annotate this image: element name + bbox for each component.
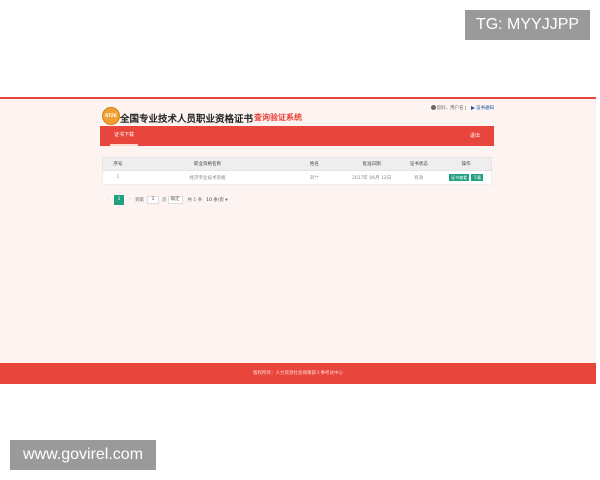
table-row: 1 经济专业技术资格 刘** 2017年 06月 12日 有效 证书查看 下载 (102, 171, 492, 185)
page-size-select[interactable]: 10 条/页 ▾ (206, 197, 227, 203)
site-container: RTZK 全国专业技术人员职业资格证书 查询验证系统 您好，用户名 | 证书通知… (0, 97, 596, 384)
header-divider: | (465, 106, 467, 111)
page-number-current[interactable]: 1 (114, 195, 124, 205)
view-certificate-button[interactable]: 证书查看 (449, 174, 470, 181)
site-subtitle: 查询验证系统 (254, 113, 302, 122)
goto-label: 到第 (135, 198, 144, 203)
next-page-button[interactable]: › (126, 195, 134, 205)
site-footer: 版权所有：人力资源社会保障部人事考试中心 (0, 363, 596, 384)
total-count: 共 1 条 (187, 198, 203, 203)
notice-link[interactable]: 证书通知 (476, 106, 494, 111)
table-header: 序号 职业资格名称 姓名 批准日期 证书状态 操作 (102, 157, 492, 171)
logout-link[interactable]: 退出 (470, 126, 480, 146)
header-actions: 操作 (461, 162, 471, 167)
cell-date: 2017年 06月 12日 (351, 175, 392, 181)
user-box: 您好，用户名 | 证书通知 (430, 105, 494, 111)
goto-page-input[interactable]: 1 (147, 196, 159, 204)
header-status: 证书状态 (409, 162, 428, 167)
download-button[interactable]: 下载 (471, 174, 484, 181)
prev-page-button[interactable]: ‹ (104, 195, 112, 205)
tab-certificate-download[interactable]: 证书下载 (110, 126, 139, 146)
cell-status: 有效 (414, 175, 424, 181)
page-unit-label: 页 (162, 198, 167, 203)
header-date: 批准日期 (362, 162, 381, 167)
goto-confirm-button[interactable]: 确定 (167, 196, 183, 204)
main-nav: 证书下载 退出 (100, 126, 494, 146)
cell-qualification: 经济专业技术资格 (189, 175, 226, 181)
header-qualification: 职业资格名称 (193, 162, 221, 167)
certificate-table: 序号 职业资格名称 姓名 批准日期 证书状态 操作 1 经济专业技术资格 刘**… (102, 157, 492, 185)
cell-name: 刘** (309, 175, 319, 181)
header-index: 序号 (113, 162, 123, 167)
screenshot-frame: TG: MYYJJPP RTZK 全国专业技术人员职业资格证书 查询验证系统 您… (0, 0, 600, 480)
share-arrow-icon (471, 105, 475, 110)
logo-emblem-icon: RTZK (102, 107, 120, 125)
user-greeting[interactable]: 您好，用户名 (437, 106, 464, 111)
site-header: RTZK 全国专业技术人员职业资格证书 查询验证系统 您好，用户名 | 证书通知 (100, 103, 496, 125)
pagination: ‹ 1 › 到第 1 页 确定 共 1 条 10 条/页 ▾ (104, 195, 229, 205)
cell-index: 1 (116, 175, 120, 180)
watermark-top: TG: MYYJJPP (465, 10, 590, 40)
watermark-bottom: www.govirel.com (10, 440, 156, 470)
site-title: 全国专业技术人员职业资格证书 (120, 114, 254, 125)
user-icon (430, 105, 436, 110)
header-name: 姓名 (309, 162, 319, 167)
cell-actions: 证书查看 下载 (441, 171, 491, 184)
